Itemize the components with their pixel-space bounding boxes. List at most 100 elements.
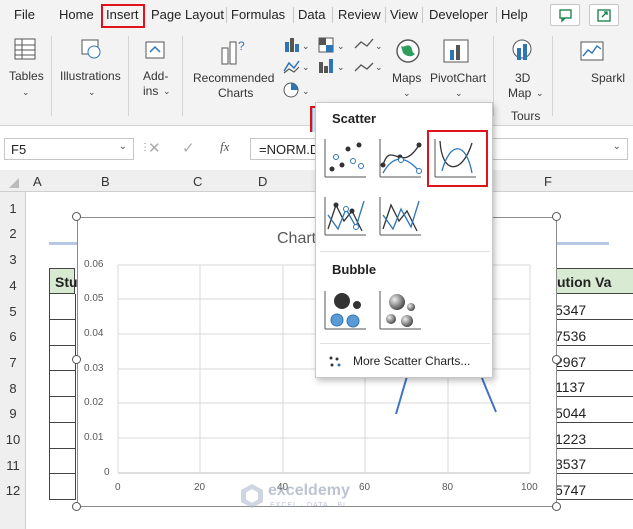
row-header[interactable]: 12: [0, 483, 26, 498]
waterfall-chart-icon: ⌄: [354, 38, 383, 51]
tab-page-layout[interactable]: Page Layout: [151, 7, 224, 22]
tab-view[interactable]: View: [390, 7, 418, 22]
illustrations-button[interactable]: [76, 36, 112, 66]
resize-handle[interactable]: [72, 212, 81, 221]
y-tick-label: 0.01: [84, 432, 104, 443]
resize-handle[interactable]: [552, 355, 561, 364]
share-button[interactable]: [589, 4, 619, 26]
tab-home[interactable]: Home: [59, 7, 94, 22]
bubble-option[interactable]: [322, 287, 368, 333]
pie-chart-button[interactable]: ⌄: [282, 80, 312, 100]
combo-chart-button[interactable]: ⌄: [353, 36, 385, 54]
column-chart-button[interactable]: ⌄: [282, 36, 312, 54]
table-cell[interactable]: 3537: [555, 456, 586, 472]
recommended-charts-label-2: Charts: [218, 86, 254, 100]
y-tick-label: 0.03: [84, 363, 104, 374]
x-tick-label: 100: [521, 482, 538, 493]
hierarchy-chart-icon: ⌄: [318, 37, 345, 53]
column-header-c[interactable]: C: [193, 174, 202, 189]
shapes-icon: [81, 39, 101, 59]
3d-bubble-option[interactable]: [377, 287, 423, 333]
table-cell[interactable]: 7536: [555, 328, 586, 344]
scatter-straight-lines-option[interactable]: [377, 193, 423, 239]
row-header[interactable]: 7: [0, 355, 26, 370]
row-header[interactable]: 4: [0, 278, 26, 293]
more-scatter-charts-link[interactable]: More Scatter Charts...: [328, 353, 488, 371]
column-header-a[interactable]: A: [33, 174, 42, 189]
tours-label: Tours: [511, 109, 541, 123]
recommended-charts-label-1: Recommended: [193, 71, 275, 85]
pivotchart-icon: [443, 39, 469, 63]
scatter-straight-markers-option[interactable]: [322, 193, 368, 239]
tab-formulas[interactable]: Formulas: [231, 7, 285, 22]
row-header[interactable]: 3: [0, 252, 26, 267]
tab-file[interactable]: File: [14, 7, 35, 22]
comment-icon: [559, 9, 572, 23]
scatter-dots-icon: [329, 356, 341, 367]
bubble-section-title: Bubble: [332, 262, 377, 277]
resize-handle[interactable]: [72, 355, 81, 364]
line-chart-button[interactable]: ⌄: [282, 57, 312, 75]
table-header-left: Stu: [55, 274, 78, 290]
row-header[interactable]: 1: [0, 201, 26, 216]
maps-button[interactable]: [393, 36, 425, 68]
row-header[interactable]: 8: [0, 381, 26, 396]
column-header-f[interactable]: F: [544, 174, 552, 189]
svg-text:⌄: ⌄: [375, 62, 383, 72]
scatter-option[interactable]: [322, 135, 368, 181]
surface-chart-button[interactable]: ⌄: [353, 57, 385, 75]
table-cell[interactable]: 1137: [555, 379, 585, 395]
tab-data[interactable]: Data: [298, 7, 325, 22]
resize-handle[interactable]: [552, 212, 561, 221]
column-header-b[interactable]: B: [101, 174, 110, 189]
sparklines-button[interactable]: [577, 36, 609, 68]
scatter-smooth-markers-icon: [379, 139, 422, 178]
watermark-tagline: EXCEL · DATA · BI: [270, 502, 346, 509]
row-header[interactable]: 10: [0, 432, 26, 447]
pivotchart-label: PivotChart: [430, 71, 487, 85]
resize-handle[interactable]: [72, 502, 81, 511]
row-header[interactable]: 5: [0, 304, 26, 319]
row-header[interactable]: 9: [0, 406, 26, 421]
chevron-down-icon[interactable]: ⌄: [613, 141, 621, 152]
chevron-down-icon[interactable]: ⌄: [119, 141, 127, 152]
tab-review[interactable]: Review: [338, 7, 381, 22]
tables-button[interactable]: [10, 36, 46, 66]
statistic-chart-icon: ⌄: [319, 59, 345, 73]
row-header[interactable]: 11: [0, 458, 26, 473]
table-cell[interactable]: 5347: [555, 302, 586, 318]
addins-button[interactable]: [140, 36, 176, 66]
3d-map-icon: [512, 39, 532, 60]
line-chart-icon: ⌄: [283, 60, 310, 74]
row-header[interactable]: 6: [0, 329, 26, 344]
statistic-chart-button[interactable]: ⌄: [316, 57, 350, 75]
chevron-down-icon: ⌄: [455, 88, 463, 98]
row-header[interactable]: 2: [0, 226, 26, 241]
table-cell[interactable]: 5747: [555, 482, 586, 498]
column-header-d[interactable]: D: [258, 174, 267, 189]
comments-button[interactable]: [550, 4, 580, 26]
chevron-down-icon: ⌄: [403, 88, 411, 98]
3d-map-button[interactable]: [507, 36, 539, 68]
pivotchart-button[interactable]: [440, 36, 472, 68]
function-icon[interactable]: fx: [220, 139, 229, 155]
y-tick-label: 0.05: [84, 293, 104, 304]
name-box[interactable]: F5 ⌄: [4, 138, 134, 160]
table-cell[interactable]: 1223: [555, 431, 586, 447]
chevron-down-icon: ⌄: [88, 87, 96, 97]
scatter-smooth-markers-option[interactable]: [377, 135, 423, 181]
select-all-icon[interactable]: [8, 177, 20, 189]
hierarchy-chart-button[interactable]: ⌄: [316, 36, 350, 54]
chevron-down-icon: ⌄: [22, 87, 30, 97]
table-cell[interactable]: 5044: [555, 405, 586, 421]
enter-check-icon[interactable]: ✓: [182, 139, 195, 157]
illustrations-label: Illustrations: [60, 69, 121, 83]
smooth-lines-highlight: [427, 130, 488, 187]
resize-handle[interactable]: [552, 502, 561, 511]
maps-label: Maps: [392, 71, 422, 85]
tab-help[interactable]: Help: [501, 7, 528, 22]
tab-developer[interactable]: Developer: [429, 7, 488, 22]
cancel-icon[interactable]: ✕: [148, 139, 161, 157]
formula-text: =NORM.D: [259, 142, 320, 157]
recommended-charts-button[interactable]: ?: [218, 36, 248, 68]
